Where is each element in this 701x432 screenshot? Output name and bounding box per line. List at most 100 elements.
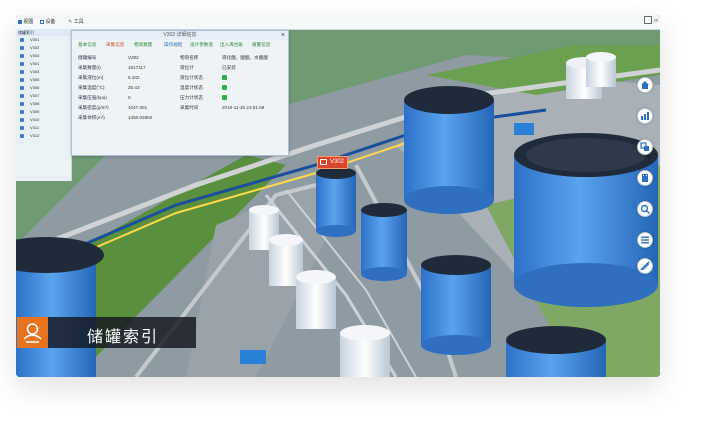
layers-icon[interactable] [637, 139, 653, 155]
tank-icon [20, 70, 24, 74]
tree-item[interactable]: V309 [16, 108, 71, 116]
panel-title: V302 详细信息 [72, 31, 288, 40]
field-label: 采集压强(kpa) [78, 95, 107, 100]
panel-tabs: 基本信息 采集信息 物资数量 操作规程 设计参数值 出入库台账 报警信息 [72, 40, 288, 50]
tree-item[interactable]: V303 [16, 52, 71, 60]
field-label: 采集密度(g/m³) [78, 105, 109, 110]
field-value: 1047.001 [128, 105, 148, 110]
tank-label-text: V302 [330, 159, 345, 165]
tab-procedures[interactable]: 操作规程 [164, 42, 182, 48]
download-icon[interactable] [644, 16, 653, 24]
grid-icon [18, 19, 22, 24]
tree-item[interactable]: V302 [16, 44, 71, 52]
tree-item[interactable]: V307 [16, 92, 71, 100]
tree-item[interactable]: V301 [16, 36, 71, 44]
status-indicator-pressure [222, 95, 227, 100]
tree-item[interactable]: V310 [16, 116, 71, 124]
close-icon[interactable]: × [281, 32, 285, 39]
tree-item[interactable]: V301 [16, 60, 71, 68]
field-value: 0 [128, 95, 131, 100]
tab-ledger[interactable]: 出入库台账 [220, 42, 243, 48]
topbar-right-tools: 20 [644, 16, 658, 24]
field-label: 采集温度(°C) [78, 85, 105, 90]
tank-icon [20, 86, 24, 90]
tool-icon: ✎ [68, 19, 73, 25]
field-label: 储罐编号 [78, 55, 97, 60]
tank-icon [20, 38, 24, 42]
home-icon[interactable] [637, 77, 653, 93]
tab-alarms[interactable]: 报警信息 [252, 42, 270, 48]
tree-item-label: V304 [30, 69, 40, 74]
tab-material-qty[interactable]: 物资数量 [134, 42, 152, 48]
device-icon [40, 19, 44, 24]
tree-item[interactable]: V311 [16, 124, 71, 132]
list-icon[interactable] [637, 232, 653, 248]
field-label: 液位计 [180, 65, 194, 70]
tree-item-label: V307 [30, 93, 40, 98]
tree-item-label: V311 [30, 125, 40, 130]
menu-item-view[interactable]: 视图 [18, 18, 33, 25]
tank-detail-panel: V302 详细信息 × 基本信息 采集信息 物资数量 操作规程 设计参数值 出入… [71, 30, 289, 156]
menu-item-view-label: 视图 [23, 19, 34, 25]
chart-icon[interactable] [637, 108, 653, 124]
tree-item-label: V309 [30, 109, 40, 114]
tab-collect-info[interactable]: 采集信息 [106, 42, 124, 48]
caption-title: 储罐索引 [87, 327, 160, 346]
field-label: 采集时间 [180, 105, 199, 110]
top-menu-bar: 视图 设备 ✎ 工具 20 [16, 15, 660, 30]
tank-icon [20, 126, 24, 130]
app-window: 视图 设备 ✎ 工具 20 储罐索引 V301 V302 V303 V301 V… [16, 15, 660, 377]
topbar-right-label: 20 [653, 17, 658, 23]
tank-icon [20, 78, 24, 82]
measure-icon[interactable] [637, 258, 653, 274]
search-icon[interactable] [637, 201, 653, 217]
tree-item-label: V312 [30, 133, 40, 138]
tank-icon [20, 94, 24, 98]
tank-index-icon [17, 317, 48, 348]
status-indicator-level [222, 75, 227, 80]
tank-icon [20, 102, 24, 106]
field-label: 压力计状态 [180, 95, 203, 100]
tree-item[interactable]: V312 [16, 132, 71, 140]
field-value: 1450.03882 [128, 115, 153, 120]
tank-icon [20, 46, 24, 50]
field-label: 采集数量(t) [78, 65, 101, 70]
tree-item[interactable]: V308 [16, 100, 71, 108]
field-value: 2018-11-30 23:51:58 [222, 105, 265, 110]
field-value: V302 [128, 55, 139, 60]
tree-item-label: V310 [30, 117, 40, 122]
field-value: 1517117 [128, 65, 146, 70]
tank-label-tag[interactable]: V302 [317, 156, 349, 169]
tree-item-label: V306 [30, 85, 40, 90]
tree-item-label: V301 [30, 37, 40, 42]
menu-item-device[interactable]: 设备 [40, 18, 55, 25]
menu-item-tools[interactable]: ✎ 工具 [68, 18, 84, 25]
tank-tree-panel: 储罐索引 V301 V302 V303 V301 V304 V305 V306 … [16, 29, 72, 181]
caption-banner: 储罐索引 [17, 317, 196, 348]
tree-item-label: V301 [30, 61, 40, 66]
tree-item-label: V308 [30, 101, 40, 106]
tab-design-params[interactable]: 设计参数值 [190, 42, 213, 48]
field-value: 25.43 [128, 85, 140, 90]
field-label: 温度计状态 [180, 85, 203, 90]
tree-item[interactable]: V306 [16, 84, 71, 92]
field-value: 已安装 [222, 65, 236, 70]
tank-icon [320, 159, 327, 165]
field-label: 采集体积(m³) [78, 115, 105, 120]
tank-icon [20, 118, 24, 122]
tree-item[interactable]: V305 [16, 76, 71, 84]
field-value: 5.342 [128, 75, 140, 80]
field-label: 采集液位(m) [78, 75, 104, 80]
tree-item-label: V302 [30, 45, 40, 50]
menu-item-tools-label: 工具 [73, 19, 84, 25]
tree-item-label: V305 [30, 77, 40, 82]
tab-basic-info[interactable]: 基本信息 [78, 42, 96, 48]
field-label: 物资名称 [180, 55, 199, 60]
tree-item-label: V303 [30, 53, 40, 58]
tree-header: 储罐索引 [16, 29, 71, 36]
building-icon[interactable] [637, 170, 653, 186]
field-value: 液化酸，酸酸，水酸酸 [222, 55, 268, 60]
tank-icon [20, 62, 24, 66]
menu-item-device-label: 设备 [45, 19, 56, 25]
tree-item[interactable]: V304 [16, 68, 71, 76]
